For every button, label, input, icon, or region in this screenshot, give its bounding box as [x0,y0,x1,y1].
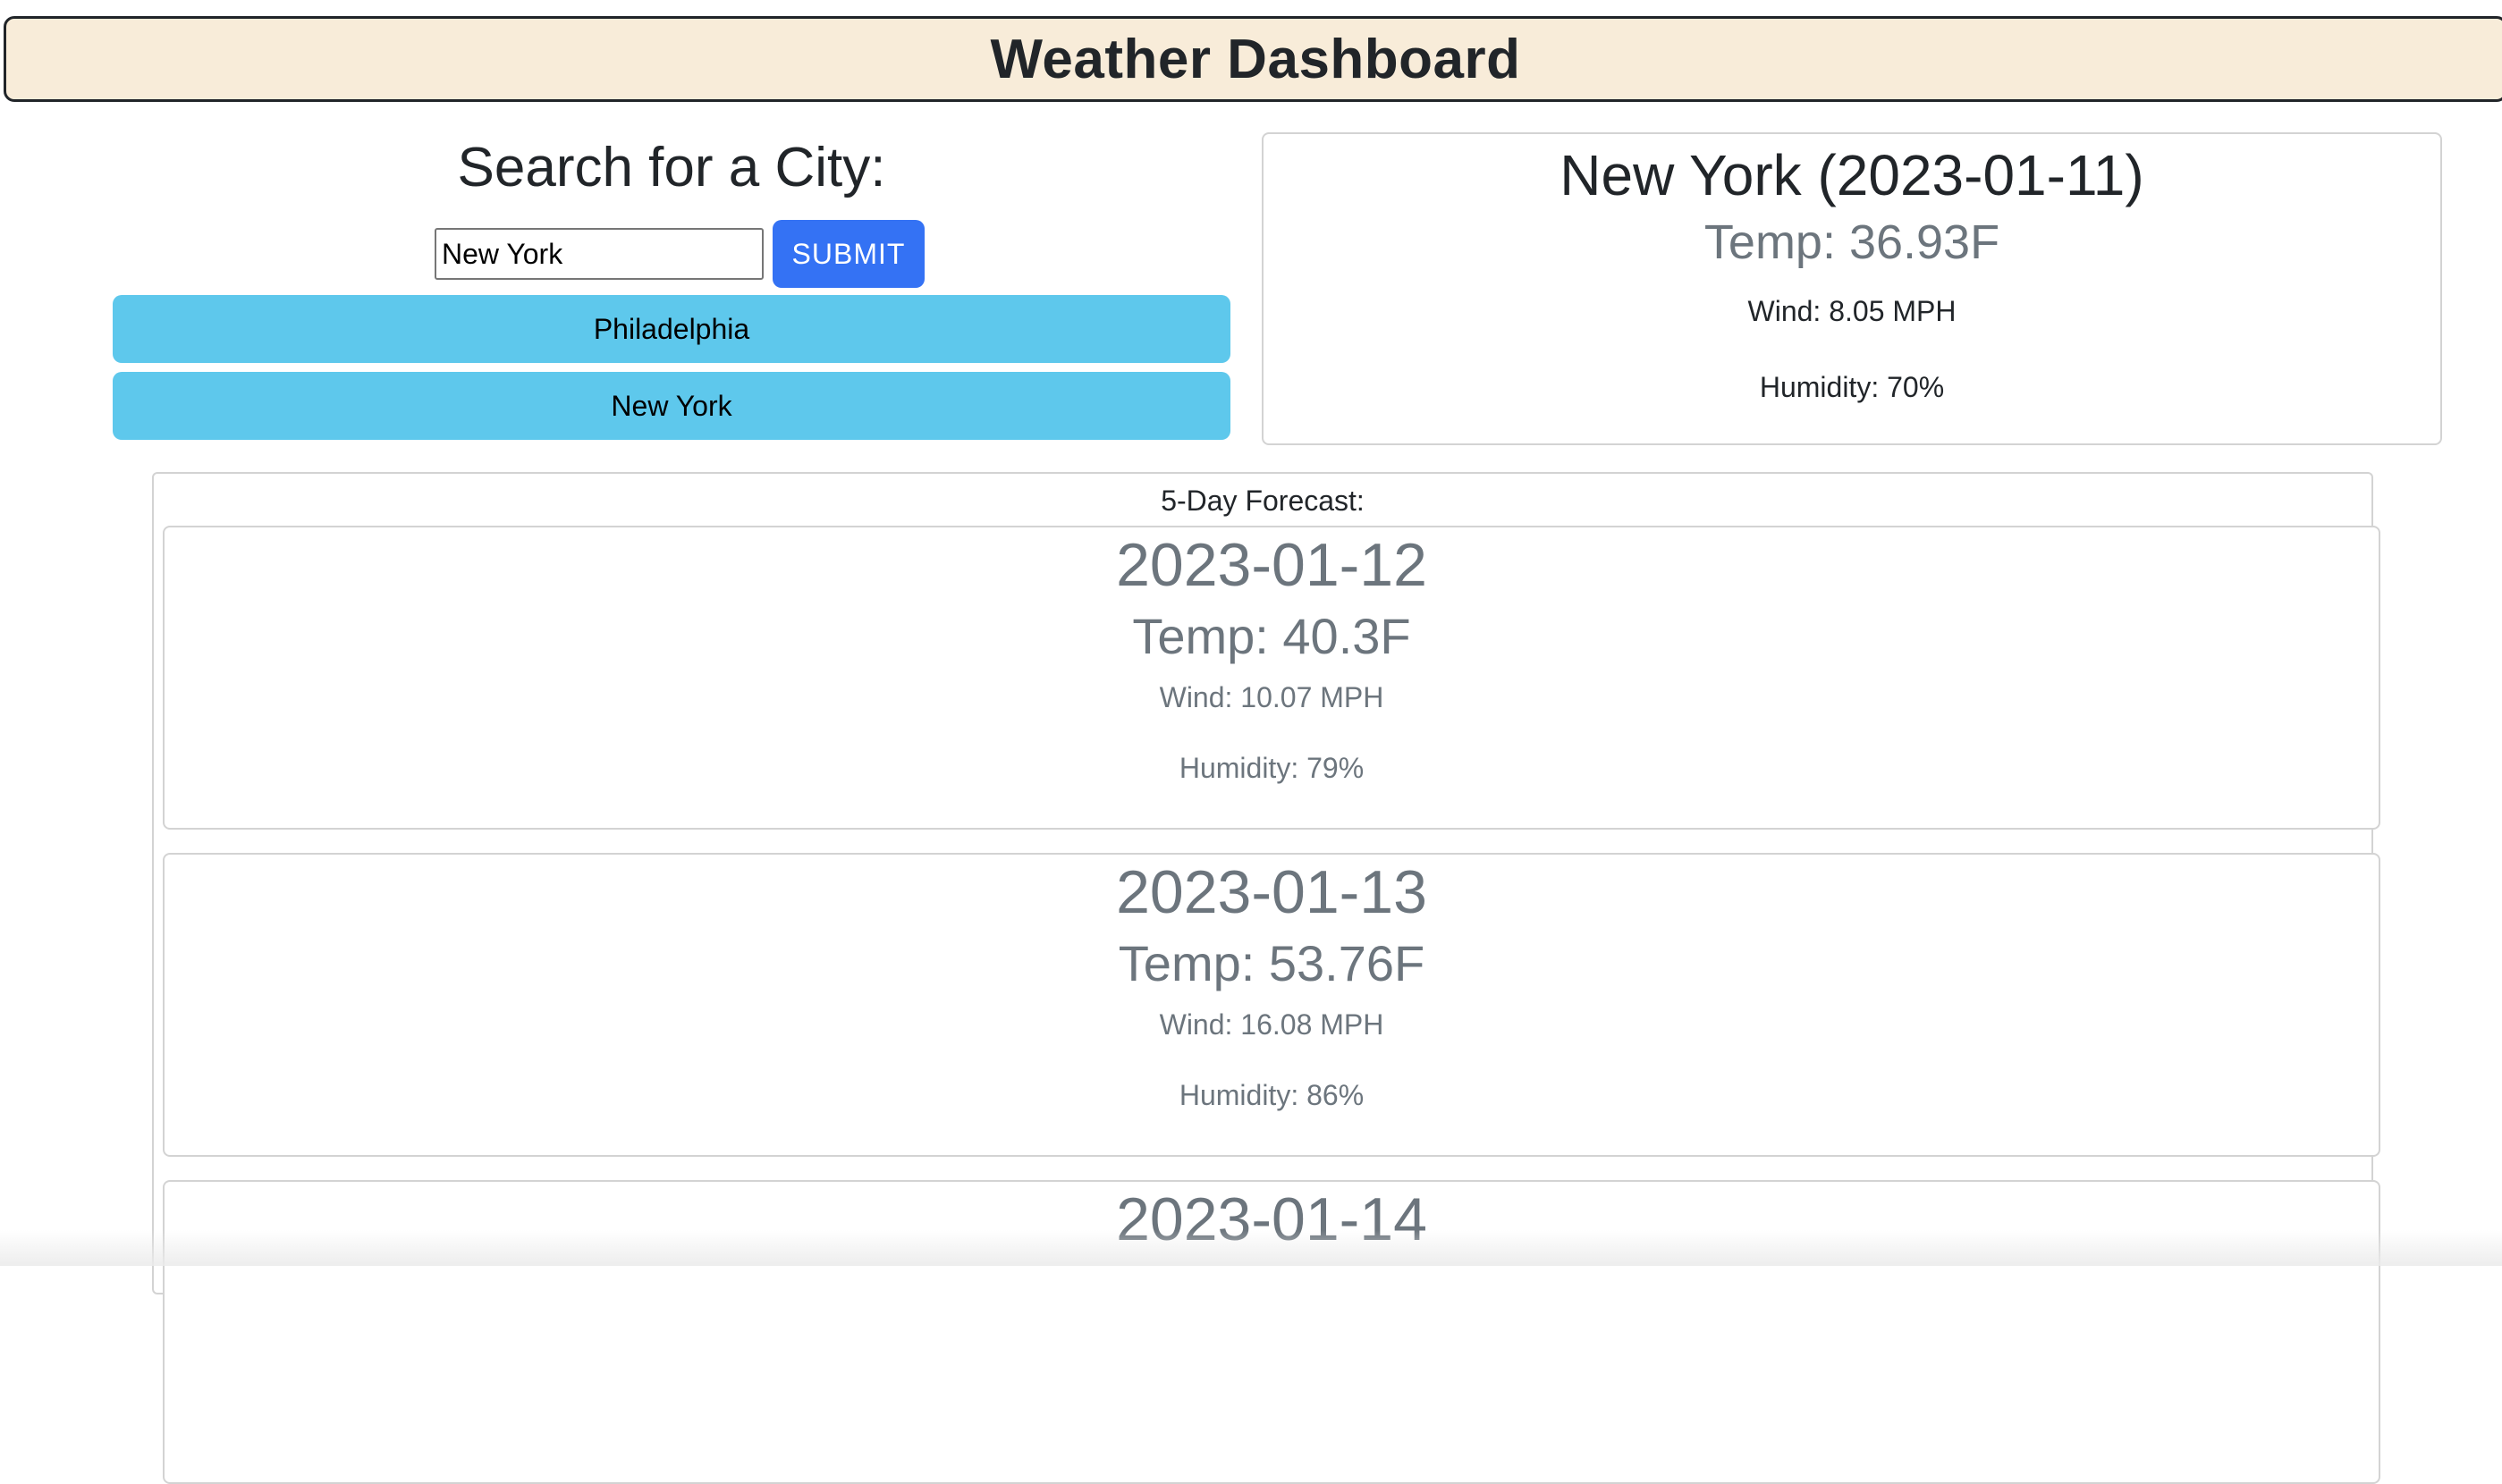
forecast-day-card: 2023-01-14 [163,1180,2380,1484]
forecast-date: 2023-01-13 [1116,858,1427,926]
forecast-day-card: 2023-01-13 Temp: 53.76F Wind: 16.08 MPH … [163,853,2380,1157]
forecast-temp: Temp: 53.76F [1118,935,1425,991]
current-temp: Temp: 36.93F [1703,215,2000,269]
search-row: SUBMIT [113,220,1230,288]
current-wind: Wind: 8.05 MPH [1747,295,1957,327]
page-header: Weather Dashboard [4,16,2502,102]
submit-button[interactable]: SUBMIT [773,220,925,288]
current-weather-card: New York (2023-01-11) Temp: 36.93F Wind:… [1262,132,2442,445]
forecast-humidity: Humidity: 79% [1179,752,1365,784]
current-city-date: New York (2023-01-11) [1560,143,2144,207]
forecast-wind: Wind: 10.07 MPH [1159,681,1384,713]
search-panel: Search for a City: SUBMIT Philadelphia N… [113,132,1230,449]
history-button-philadelphia[interactable]: Philadelphia [113,295,1230,363]
city-search-input[interactable] [435,228,764,280]
forecast-wind: Wind: 16.08 MPH [1159,1008,1384,1041]
forecast-label: 5-Day Forecast: [1161,485,1365,517]
history-button-new-york[interactable]: New York [113,372,1230,440]
search-heading: Search for a City: [457,137,886,198]
search-history-list: Philadelphia New York [113,295,1230,440]
forecast-temp: Temp: 40.3F [1132,608,1411,664]
forecast-section: 5-Day Forecast: 2023-01-12 Temp: 40.3F W… [152,472,2380,1484]
forecast-humidity: Humidity: 86% [1179,1079,1365,1111]
current-humidity: Humidity: 70% [1759,371,1945,403]
forecast-date: 2023-01-12 [1116,531,1427,599]
forecast-date: 2023-01-14 [1116,1185,1427,1253]
forecast-day-card: 2023-01-12 Temp: 40.3F Wind: 10.07 MPH H… [163,526,2380,830]
page-title: Weather Dashboard [990,28,1521,90]
